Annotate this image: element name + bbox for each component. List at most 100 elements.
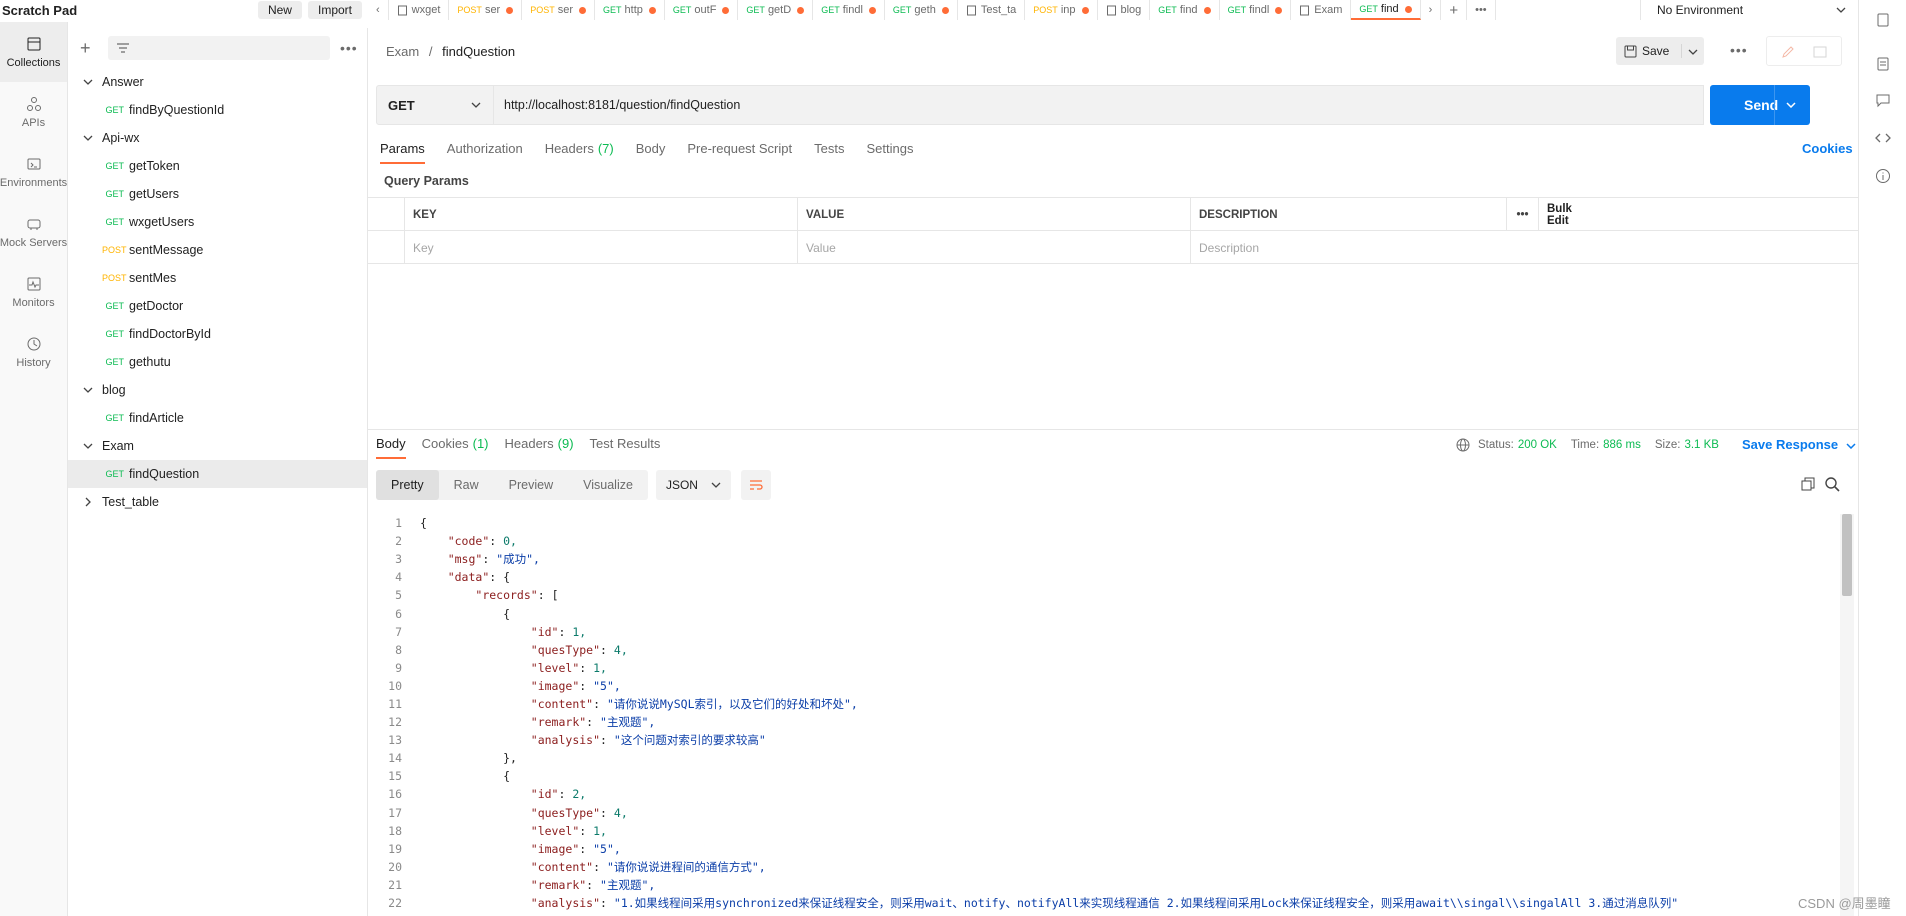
save-response-button[interactable]: Save Response xyxy=(1742,437,1856,452)
tab-more-icon[interactable]: ••• xyxy=(1467,0,1496,20)
chevron-down-icon[interactable] xyxy=(82,76,94,88)
rail-item-collections[interactable]: Collections xyxy=(0,22,67,82)
tree-request[interactable]: GET findArticle xyxy=(68,404,367,432)
tree-folder[interactable]: blog xyxy=(68,376,367,404)
more-icon[interactable]: ••• xyxy=(340,40,358,56)
request-tab[interactable]: POST inp xyxy=(1025,0,1098,20)
chevron-down-icon[interactable] xyxy=(82,384,94,396)
request-tab[interactable]: GET findl xyxy=(1220,0,1292,20)
tree-folder[interactable]: Api-wx xyxy=(68,124,367,152)
plus-icon[interactable]: + xyxy=(80,38,100,59)
rail-item-history[interactable]: History xyxy=(0,322,67,382)
chevron-down-icon[interactable] xyxy=(82,132,94,144)
info-icon[interactable] xyxy=(1875,168,1891,184)
view-visualize[interactable]: Visualize xyxy=(568,470,648,500)
tree-request[interactable]: GET getDoctor xyxy=(68,292,367,320)
tree-folder[interactable]: Test_table xyxy=(68,488,367,516)
scrollbar-thumb[interactable] xyxy=(1842,514,1852,596)
save-button[interactable]: Save xyxy=(1616,37,1704,65)
tree-request[interactable]: GET getToken xyxy=(68,152,367,180)
breadcrumb-parent[interactable]: Exam xyxy=(386,44,419,59)
tab-authorization[interactable]: Authorization xyxy=(447,141,523,164)
request-tab[interactable]: GET getD xyxy=(738,0,814,20)
wrap-lines-button[interactable] xyxy=(740,470,771,500)
comments-icon[interactable] xyxy=(1875,92,1891,108)
edit-toggle[interactable] xyxy=(1766,36,1842,66)
request-tab[interactable]: GET geth xyxy=(885,0,958,20)
copy-icon[interactable] xyxy=(1800,476,1816,492)
tab-pre-request-script[interactable]: Pre-request Script xyxy=(687,141,792,164)
key-input[interactable]: Key xyxy=(404,231,797,264)
right-rail xyxy=(1858,0,1906,916)
chevron-down-icon xyxy=(471,102,481,108)
tree-request[interactable]: GET findByQuestionId xyxy=(68,96,367,124)
request-tab[interactable]: Test_ta xyxy=(958,0,1026,20)
breadcrumb-current[interactable]: findQuestion xyxy=(442,44,515,59)
environment-select[interactable]: No Environment xyxy=(1640,0,1858,20)
request-tab[interactable]: POST ser xyxy=(522,0,596,20)
unsaved-dot-icon xyxy=(579,6,587,14)
rail-item-mock-servers[interactable]: Mock Servers xyxy=(0,202,67,262)
chevron-right-icon[interactable] xyxy=(82,496,94,508)
tree-request[interactable]: GET getUsers xyxy=(68,180,367,208)
filter-input[interactable] xyxy=(108,36,330,60)
description-input[interactable]: Description xyxy=(1190,231,1596,264)
response-divider[interactable] xyxy=(368,429,1858,430)
tree-request[interactable]: GET findDoctorById xyxy=(68,320,367,348)
request-tab[interactable]: GET find xyxy=(1351,0,1421,20)
rail-item-monitors[interactable]: Monitors xyxy=(0,262,67,322)
code-icon[interactable] xyxy=(1874,130,1891,146)
request-tab[interactable]: GET outF xyxy=(665,0,739,20)
tab-tests[interactable]: Tests xyxy=(814,141,844,164)
cookies-link[interactable]: Cookies xyxy=(1802,141,1853,156)
documentation-icon[interactable] xyxy=(1875,56,1891,72)
new-button[interactable]: New xyxy=(257,1,302,19)
tab-scroll-left-icon[interactable]: ‹ xyxy=(368,0,389,20)
tab-settings[interactable]: Settings xyxy=(866,141,913,164)
tree-folder[interactable]: Exam xyxy=(68,432,367,460)
chevron-down-icon xyxy=(1846,443,1856,450)
tree-request[interactable]: POST sentMessage xyxy=(68,236,367,264)
view-preview[interactable]: Preview xyxy=(494,470,568,500)
save-options-icon[interactable] xyxy=(1681,44,1698,58)
url-input[interactable]: http://localhost:8181/question/findQuest… xyxy=(494,85,1704,125)
bulk-edit-button[interactable]: Bulk Edit xyxy=(1538,198,1596,231)
view-pretty[interactable]: Pretty xyxy=(376,470,439,500)
response-body-editor[interactable]: 1{2 "code": 0, 3 "msg": "成功", 4 "data": {5… xyxy=(368,514,1840,916)
request-tab[interactable]: GET findl xyxy=(813,0,885,20)
rail-item-environments[interactable]: Environments xyxy=(0,142,67,202)
view-raw[interactable]: Raw xyxy=(439,470,494,500)
request-tab[interactable]: GET find xyxy=(1150,0,1220,20)
value-input[interactable]: Value xyxy=(797,231,1190,264)
tree-request[interactable]: GET gethutu xyxy=(68,348,367,376)
tree-folder[interactable]: Answer xyxy=(68,68,367,96)
rail-item-apis[interactable]: APIs xyxy=(0,82,67,142)
params-more-icon[interactable]: ••• xyxy=(1506,198,1538,231)
request-tab[interactable]: POST ser xyxy=(449,0,523,20)
response-tab-test-results[interactable]: Test Results xyxy=(590,436,661,459)
response-tab-cookies[interactable]: Cookies (1) xyxy=(422,436,489,459)
request-more-icon[interactable]: ••• xyxy=(1730,42,1748,58)
import-button[interactable]: Import xyxy=(307,1,362,19)
request-tab[interactable]: Exam xyxy=(1291,0,1352,20)
response-tab-body[interactable]: Body xyxy=(376,436,406,459)
tree-request[interactable]: GET wxgetUsers xyxy=(68,208,367,236)
request-tab[interactable]: GET http xyxy=(595,0,665,20)
tree-label: findDoctorById xyxy=(129,327,211,341)
response-tab-headers[interactable]: Headers (9) xyxy=(505,436,574,459)
new-tab-icon[interactable]: + xyxy=(1441,0,1468,20)
search-icon[interactable] xyxy=(1824,476,1840,492)
settings-icon[interactable] xyxy=(1875,12,1891,28)
request-tab[interactable]: wxget xyxy=(389,0,450,20)
request-tab[interactable]: blog xyxy=(1098,0,1151,20)
tab-params[interactable]: Params xyxy=(380,141,425,164)
tree-request[interactable]: POST sentMes xyxy=(68,264,367,292)
chevron-down-icon[interactable] xyxy=(82,440,94,452)
tab-body[interactable]: Body xyxy=(636,141,666,164)
format-select[interactable]: JSON xyxy=(655,470,731,500)
send-options-icon[interactable] xyxy=(1786,102,1796,108)
tree-request[interactable]: GET findQuestion xyxy=(68,460,367,488)
tab-headers[interactable]: Headers (7) xyxy=(545,141,614,164)
method-select[interactable]: GET xyxy=(376,85,494,125)
tab-scroll-right-icon[interactable]: › xyxy=(1421,0,1442,20)
